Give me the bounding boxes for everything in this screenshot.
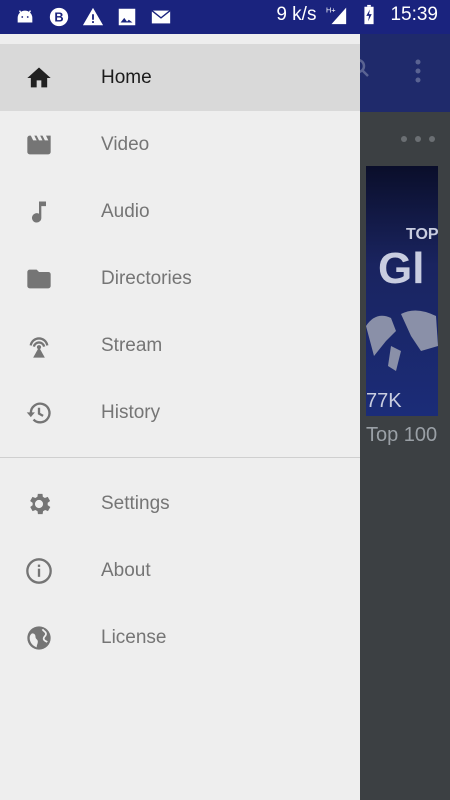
status-system-info: 9 k/s H+ 15:39 — [276, 4, 438, 26]
drawer-item-label: About — [101, 559, 151, 581]
more-horizontal-icon[interactable] — [400, 130, 436, 142]
globe-icon — [24, 623, 54, 653]
info-icon — [24, 556, 54, 586]
image-icon — [116, 6, 138, 28]
drawer-primary-menu: Home Video Audio Directories Stream Hist… — [0, 44, 360, 446]
drawer-item-settings[interactable]: Settings — [0, 470, 360, 537]
thumbnail-top-text: TOP — [406, 226, 438, 243]
home-icon — [24, 63, 54, 93]
drawer-item-directories[interactable]: Directories — [0, 245, 360, 312]
svg-text:B: B — [54, 10, 63, 25]
video-icon — [24, 130, 54, 160]
drawer-divider — [0, 457, 360, 458]
history-icon — [24, 398, 54, 428]
drawer-item-label: Home — [101, 66, 152, 88]
music-note-icon — [24, 197, 54, 227]
drawer-item-video[interactable]: Video — [0, 111, 360, 178]
android-icon — [14, 6, 36, 28]
drawer-item-label: History — [101, 401, 161, 423]
drawer-item-about[interactable]: About — [0, 537, 360, 604]
signal-icon: H+ — [326, 4, 348, 26]
drawer-item-label: License — [101, 626, 167, 648]
drawer-item-label: Settings — [101, 492, 170, 514]
world-map-graphic — [366, 310, 438, 371]
battery-charging-icon — [358, 4, 380, 26]
view-count: 77K — [366, 390, 402, 412]
drawer-item-audio[interactable]: Audio — [0, 178, 360, 245]
playlist-thumbnail[interactable]: TOP Gl — [366, 166, 438, 416]
folder-icon — [24, 264, 54, 294]
drawer-item-label: Video — [101, 133, 150, 155]
drawer-item-label: Stream — [101, 334, 163, 356]
mail-icon — [150, 6, 172, 28]
drawer-item-label: Audio — [101, 200, 150, 222]
drawer-item-history[interactable]: History — [0, 379, 360, 446]
drawer-item-license[interactable]: License — [0, 604, 360, 671]
network-type: H+ — [326, 5, 336, 14]
b-badge-icon: B — [48, 6, 70, 28]
drawer-header-spacer — [0, 34, 360, 44]
drawer-item-stream[interactable]: Stream — [0, 312, 360, 379]
network-speed: 9 k/s — [276, 4, 317, 25]
status-bar: B 9 k/s H+ 15:39 — [0, 0, 450, 34]
gear-icon — [24, 489, 54, 519]
drawer-secondary-menu: Settings About License — [0, 470, 360, 671]
drawer-item-home[interactable]: Home — [0, 44, 360, 111]
navigation-drawer: Home Video Audio Directories Stream Hist… — [0, 34, 360, 800]
clock: 15:39 — [390, 4, 438, 25]
thumbnail-big-text: Gl — [378, 244, 425, 293]
playlist-title: Top 100 — [366, 424, 438, 446]
broadcast-icon — [24, 331, 54, 361]
drawer-item-label: Directories — [101, 267, 192, 289]
warning-icon — [82, 6, 104, 28]
status-notification-icons: B — [14, 6, 172, 28]
overflow-menu-icon[interactable] — [410, 56, 426, 86]
